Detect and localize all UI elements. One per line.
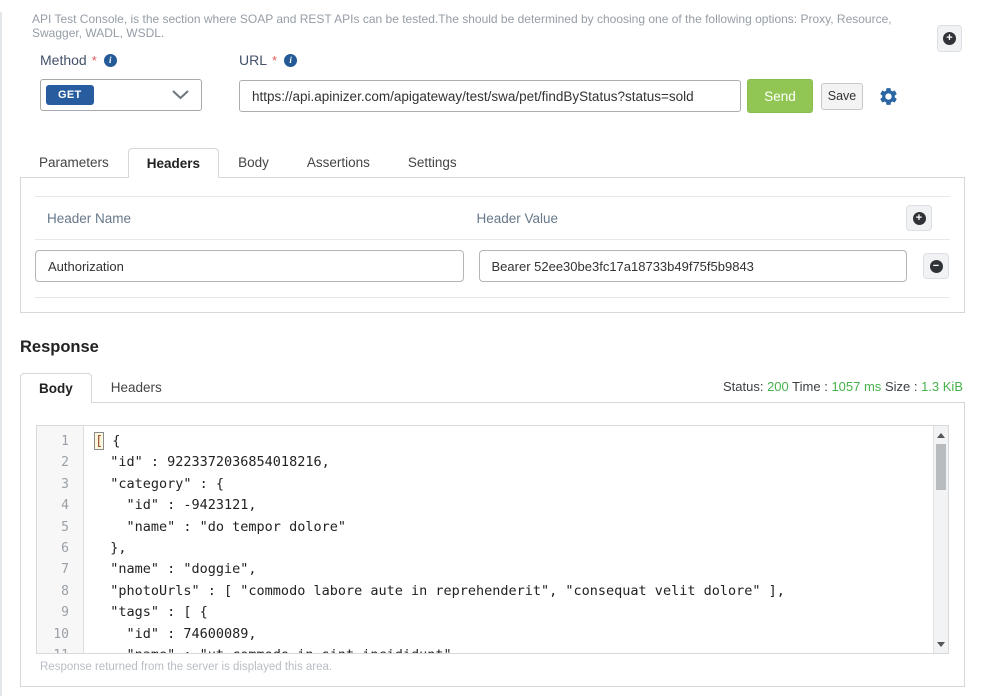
chevron-down-icon bbox=[172, 90, 189, 100]
code-line: }, bbox=[94, 538, 933, 559]
response-panel: 1 2 3 4 5 6 7 8 9 10 11 [ { "id" : 92233… bbox=[20, 402, 965, 687]
send-button[interactable]: Send bbox=[747, 79, 813, 113]
response-tabs: Body Headers bbox=[20, 372, 181, 402]
matched-bracket: [ bbox=[94, 432, 104, 450]
code-text: { bbox=[104, 433, 120, 449]
scroll-up-arrow-icon[interactable] bbox=[934, 428, 948, 442]
url-label: URL bbox=[239, 52, 267, 68]
code-line: "name" : "do tempor dolore" bbox=[94, 517, 933, 538]
line-number: 6 bbox=[37, 538, 83, 559]
url-label-row: URL * i bbox=[239, 52, 899, 68]
console-description: API Test Console, is the section where S… bbox=[32, 12, 925, 40]
method-select[interactable]: GET bbox=[40, 79, 202, 111]
line-number: 10 bbox=[37, 624, 83, 645]
size-value: 1.3 KiB bbox=[921, 379, 963, 394]
minus-circle-icon: − bbox=[930, 260, 943, 273]
line-number: 11 bbox=[37, 645, 83, 654]
header-name-input[interactable] bbox=[35, 250, 464, 282]
url-field: URL * i Send Save bbox=[239, 52, 899, 113]
response-footer-note: Response returned from the server is dis… bbox=[40, 661, 949, 673]
vertical-scrollbar[interactable] bbox=[933, 426, 948, 653]
time-value: 1057 ms bbox=[831, 379, 881, 394]
tab-response-body[interactable]: Body bbox=[20, 373, 92, 403]
line-number: 9 bbox=[37, 602, 83, 623]
headers-panel: Header Name Header Value + − bbox=[20, 177, 965, 313]
plus-circle-icon: + bbox=[943, 32, 956, 45]
header-row: − bbox=[35, 240, 950, 297]
response-body-editor: 1 2 3 4 5 6 7 8 9 10 11 [ { "id" : 92233… bbox=[36, 425, 949, 654]
divider bbox=[35, 297, 950, 298]
headers-table-head: Header Name Header Value + bbox=[35, 197, 950, 239]
tab-response-headers[interactable]: Headers bbox=[92, 372, 181, 402]
size-label: Size : bbox=[885, 379, 918, 394]
header-value-input[interactable] bbox=[479, 250, 908, 282]
code-line: "photoUrls" : [ "commodo labore aute in … bbox=[94, 581, 933, 602]
remove-header-button[interactable]: − bbox=[923, 253, 949, 279]
request-form: Method * i GET URL * i Send Save bbox=[40, 52, 965, 113]
tab-body[interactable]: Body bbox=[219, 147, 288, 177]
tab-settings[interactable]: Settings bbox=[389, 147, 476, 177]
line-number: 1 bbox=[37, 431, 83, 452]
method-label: Method bbox=[40, 52, 87, 68]
info-icon[interactable]: i bbox=[284, 54, 297, 67]
method-label-row: Method * i bbox=[40, 52, 202, 68]
line-number: 5 bbox=[37, 517, 83, 538]
status-label: Status: bbox=[723, 379, 763, 394]
header-value-column: Header Value bbox=[477, 211, 907, 226]
scroll-down-arrow-icon[interactable] bbox=[934, 637, 948, 651]
tab-headers[interactable]: Headers bbox=[128, 148, 219, 178]
required-asterisk: * bbox=[272, 53, 277, 68]
code-line: "id" : 9223372036854018216, bbox=[94, 452, 933, 473]
line-number: 8 bbox=[37, 581, 83, 602]
add-header-button[interactable]: + bbox=[906, 205, 932, 231]
request-tabs: Parameters Headers Body Assertions Setti… bbox=[20, 146, 965, 177]
line-number: 3 bbox=[37, 474, 83, 495]
time-label: Time : bbox=[792, 379, 828, 394]
response-json-code: [ { "id" : 9223372036854018216, "categor… bbox=[84, 426, 933, 653]
method-field: Method * i GET bbox=[40, 52, 202, 113]
info-icon[interactable]: i bbox=[104, 54, 117, 67]
header-name-column: Header Name bbox=[47, 211, 477, 226]
add-test-button[interactable]: + bbox=[937, 25, 962, 52]
response-tabs-row: Body Headers Status: 200 Time : 1057 ms … bbox=[20, 369, 965, 402]
line-number: 2 bbox=[37, 452, 83, 473]
line-number: 4 bbox=[37, 495, 83, 516]
line-number: 7 bbox=[37, 559, 83, 580]
code-line: "id" : 74600089, bbox=[94, 624, 933, 645]
code-line: "tags" : [ { bbox=[94, 602, 933, 623]
code-line: "id" : -9423121, bbox=[94, 495, 933, 516]
code-line: "name" : "ut commodo in sint incididunt" bbox=[94, 645, 933, 653]
code-line: "name" : "doggie", bbox=[94, 559, 933, 580]
api-test-console: API Test Console, is the section where S… bbox=[0, 12, 985, 696]
gear-icon[interactable] bbox=[878, 86, 899, 107]
response-status-line: Status: 200 Time : 1057 ms Size : 1.3 Ki… bbox=[723, 379, 963, 402]
url-input[interactable] bbox=[239, 80, 741, 112]
tab-parameters[interactable]: Parameters bbox=[20, 147, 128, 177]
scrollbar-thumb[interactable] bbox=[936, 444, 946, 490]
line-number-gutter: 1 2 3 4 5 6 7 8 9 10 11 bbox=[37, 426, 84, 653]
tab-assertions[interactable]: Assertions bbox=[288, 147, 389, 177]
plus-circle-icon: + bbox=[913, 212, 926, 225]
response-title: Response bbox=[20, 338, 965, 357]
required-asterisk: * bbox=[92, 53, 97, 68]
status-value: 200 bbox=[767, 379, 789, 394]
save-button[interactable]: Save bbox=[821, 83, 863, 110]
method-badge: GET bbox=[46, 85, 94, 105]
code-line: [ { bbox=[94, 431, 933, 452]
code-line: "category" : { bbox=[94, 474, 933, 495]
